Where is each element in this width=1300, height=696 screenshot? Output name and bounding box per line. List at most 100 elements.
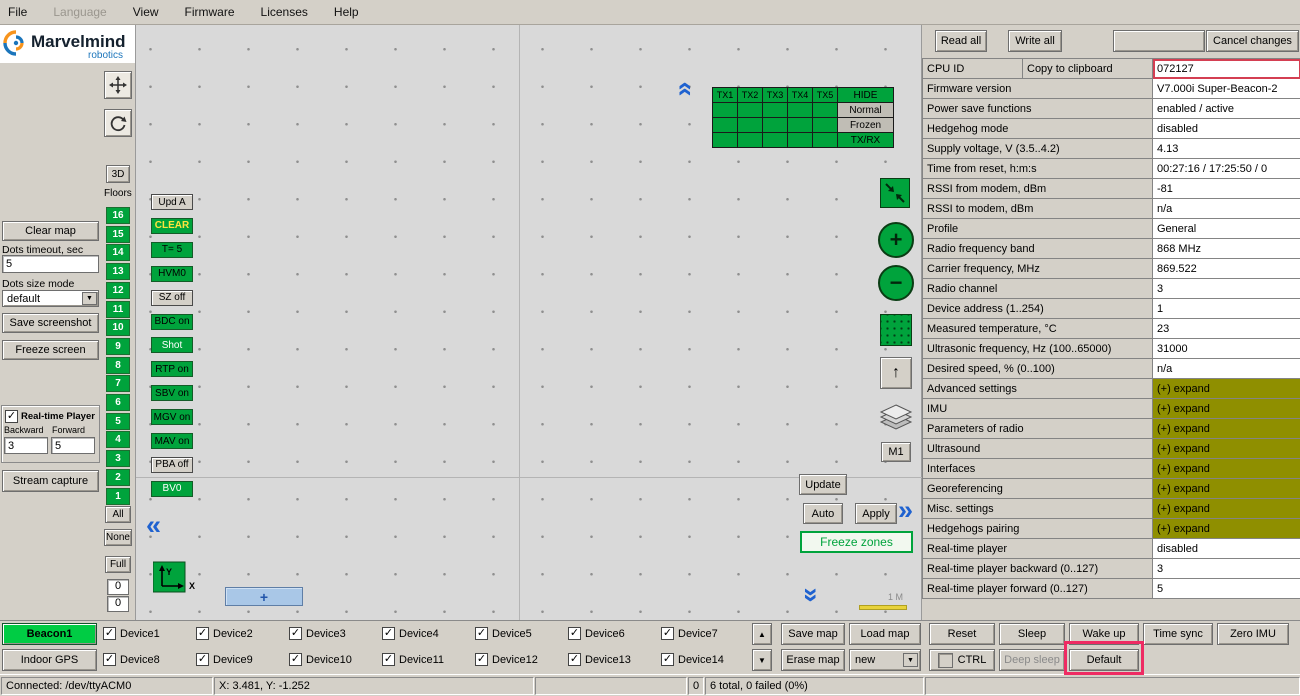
save-map-button[interactable]: Save map (781, 623, 845, 645)
stream-capture-button[interactable]: Stream capture (2, 470, 99, 492)
device10-checkbox[interactable]: ✓ (289, 653, 302, 666)
map-tool-bdc-on-button[interactable]: BDC on (151, 314, 193, 330)
ctrl-group[interactable]: CTRL (929, 649, 995, 671)
device11-checkbox[interactable]: ✓ (382, 653, 395, 666)
device1-checkbox[interactable]: ✓ (103, 627, 116, 640)
param-value-real-time-player[interactable]: disabled (1153, 539, 1300, 559)
tx-header-tx4[interactable]: TX4 (787, 87, 813, 103)
scroll-down-icon[interactable]: « (797, 587, 821, 602)
tx-normal-button[interactable]: Normal (837, 102, 894, 118)
map-tool-hvm0-button[interactable]: HVM0 (151, 266, 193, 282)
default-button[interactable]: Default (1069, 649, 1139, 671)
param-value-radio-channel[interactable]: 3 (1153, 279, 1300, 299)
floor-14-button[interactable]: 14 (106, 244, 130, 261)
param-value-rssi-from-modem-dbm[interactable]: -81 (1153, 179, 1300, 199)
map-canvas[interactable]: « « « » Upd ACLEART= 5HVM0SZ offBDC onSh… (135, 25, 922, 620)
floor-7-button[interactable]: 7 (106, 375, 130, 392)
expand-imu[interactable]: (+) expand (1153, 399, 1300, 419)
floor-6-button[interactable]: 6 (106, 394, 130, 411)
zoom-in-button[interactable]: + (878, 222, 914, 258)
auto-button[interactable]: Auto (803, 503, 843, 524)
realtime-player-checkbox[interactable]: ✓ (5, 410, 18, 423)
scroll-left-icon[interactable]: « (146, 513, 161, 537)
floors-full-button[interactable]: Full (105, 556, 131, 573)
read-all-button[interactable]: Read all (935, 30, 987, 52)
floor-10-button[interactable]: 10 (106, 319, 130, 336)
indoor-gps-button[interactable]: Indoor GPS (2, 649, 97, 671)
param-value-time-from-reset-h-m-s[interactable]: 00:27:16 / 17:25:50 / 0 (1153, 159, 1300, 179)
param-value-ultrasonic-frequency-hz-100-65000[interactable]: 31000 (1153, 339, 1300, 359)
fit-to-screen-button[interactable] (880, 178, 910, 208)
layers-icon[interactable] (877, 403, 915, 433)
map-tool-rtp-on-button[interactable]: RTP on (151, 361, 193, 377)
beacon1-button[interactable]: Beacon1 (2, 623, 97, 645)
ctrl-checkbox[interactable] (938, 653, 953, 668)
floor-5-button[interactable]: 5 (106, 413, 130, 430)
menu-file[interactable]: File (8, 5, 27, 19)
device9-checkbox[interactable]: ✓ (196, 653, 209, 666)
param-value-power-save-functions[interactable]: enabled / active (1153, 99, 1300, 119)
map-tool-clear-button[interactable]: CLEAR (151, 218, 193, 234)
param-value-profile[interactable]: General (1153, 219, 1300, 239)
freeze-screen-button[interactable]: Freeze screen (2, 340, 99, 360)
expand-advanced-settings[interactable]: (+) expand (1153, 379, 1300, 399)
device3-checkbox[interactable]: ✓ (289, 627, 302, 640)
param-value-hedgehog-mode[interactable]: disabled (1153, 119, 1300, 139)
reset-button[interactable]: Reset (929, 623, 995, 645)
erase-map-button[interactable]: Erase map (781, 649, 845, 671)
device6-checkbox[interactable]: ✓ (568, 627, 581, 640)
floors-all-button[interactable]: All (105, 506, 131, 523)
map-tool-t-5-button[interactable]: T= 5 (151, 242, 193, 258)
map-tool-shot-button[interactable]: Shot (151, 337, 193, 353)
cancel-changes-button[interactable]: Cancel changes (1206, 30, 1299, 52)
floor-4-button[interactable]: 4 (106, 431, 130, 448)
map-tool-sbv-on-button[interactable]: SBV on (151, 385, 193, 401)
tx-header-tx5[interactable]: TX5 (812, 87, 838, 103)
device-list-down-button[interactable]: ▼ (752, 649, 772, 671)
param-value-cpu-id[interactable]: 072127 (1153, 59, 1300, 79)
backward-input[interactable] (4, 437, 48, 454)
arrow-up-button[interactable]: ↑ (880, 357, 912, 389)
param-value-supply-voltage-v-3-5-4-2[interactable]: 4.13 (1153, 139, 1300, 159)
rotate-tool-button[interactable] (104, 109, 132, 137)
param-value-desired-speed-0-100[interactable]: n/a (1153, 359, 1300, 379)
device12-checkbox[interactable]: ✓ (475, 653, 488, 666)
device-list-up-button[interactable]: ▲ (752, 623, 772, 645)
device13-checkbox[interactable]: ✓ (568, 653, 581, 666)
copy-to-clipboard-button[interactable]: Copy to clipboard (1023, 59, 1153, 79)
tx-header-tx3[interactable]: TX3 (762, 87, 788, 103)
write-all-button[interactable]: Write all (1008, 30, 1062, 52)
device5-checkbox[interactable]: ✓ (475, 627, 488, 640)
param-value-real-time-player-forward-0-127[interactable]: 5 (1153, 579, 1300, 599)
floor-12-button[interactable]: 12 (106, 282, 130, 299)
update-button[interactable]: Update (799, 474, 847, 495)
device2-checkbox[interactable]: ✓ (196, 627, 209, 640)
load-map-button[interactable]: Load map (849, 623, 921, 645)
chevron-down-icon[interactable]: ▼ (903, 653, 918, 667)
menu-help[interactable]: Help (334, 5, 359, 19)
map-tool-pba-off-button[interactable]: PBA off (151, 457, 193, 473)
dots-mode-button[interactable] (880, 314, 912, 346)
scroll-right-icon[interactable]: » (898, 498, 913, 522)
map-tool-mgv-on-button[interactable]: MGV on (151, 409, 193, 425)
floor-8-button[interactable]: 8 (106, 357, 130, 374)
save-screenshot-button[interactable]: Save screenshot (2, 313, 99, 333)
floor-15-button[interactable]: 15 (106, 226, 130, 243)
scroll-up-icon[interactable]: « (675, 81, 699, 96)
param-value-measured-temperature-c[interactable]: 23 (1153, 319, 1300, 339)
device8-checkbox[interactable]: ✓ (103, 653, 116, 666)
map-tool-mav-on-button[interactable]: MAV on (151, 433, 193, 449)
param-value-real-time-player-backward-0-127[interactable]: 3 (1153, 559, 1300, 579)
menu-licenses[interactable]: Licenses (261, 5, 308, 19)
time-sync-button[interactable]: Time sync (1143, 623, 1213, 645)
3d-view-button[interactable]: 3D (106, 165, 130, 183)
floor-11-button[interactable]: 11 (106, 301, 130, 318)
device7-checkbox[interactable]: ✓ (661, 627, 674, 640)
device14-checkbox[interactable]: ✓ (661, 653, 674, 666)
unlabeled-button[interactable] (1113, 30, 1205, 52)
floor-16-button[interactable]: 16 (106, 207, 130, 224)
param-value-radio-frequency-band[interactable]: 868 MHz (1153, 239, 1300, 259)
floor-9-button[interactable]: 9 (106, 338, 130, 355)
param-value-rssi-to-modem-dbm[interactable]: n/a (1153, 199, 1300, 219)
forward-input[interactable] (51, 437, 95, 454)
